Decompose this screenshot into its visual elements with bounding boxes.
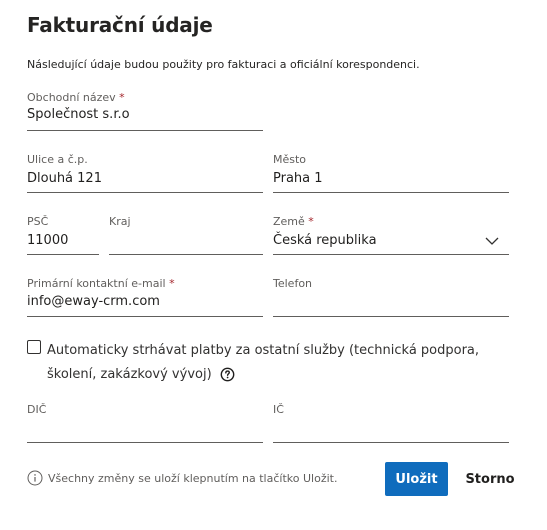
required-marker: * bbox=[169, 277, 175, 290]
ico-label: IČ bbox=[273, 403, 284, 416]
email-underline bbox=[27, 316, 263, 317]
required-marker: * bbox=[308, 215, 314, 228]
city-underline bbox=[273, 192, 509, 193]
vat-underline bbox=[27, 442, 263, 443]
city-label: Město bbox=[273, 153, 307, 166]
required-marker: * bbox=[119, 91, 125, 104]
page-description: Následující údaje budou použity pro fakt… bbox=[27, 58, 420, 71]
chevron-down-icon[interactable] bbox=[485, 234, 499, 248]
street-label: Ulice a č.p. bbox=[27, 153, 88, 166]
zip-underline bbox=[27, 254, 99, 255]
company-name-field[interactable]: Společnost s.r.o bbox=[27, 107, 130, 122]
autopay-checkbox[interactable] bbox=[27, 340, 41, 354]
ico-field[interactable] bbox=[273, 421, 509, 439]
company-name-label: Obchodní název * bbox=[27, 91, 125, 104]
save-button[interactable]: Uložit bbox=[385, 462, 448, 496]
phone-label: Telefon bbox=[273, 277, 313, 290]
country-underline bbox=[273, 254, 509, 255]
zip-field[interactable]: 11000 bbox=[27, 233, 68, 248]
save-hint: Všechny změny se uloží klepnutím na tlač… bbox=[48, 472, 338, 485]
country-label: Země * bbox=[273, 215, 314, 228]
ico-underline bbox=[273, 442, 509, 443]
phone-field[interactable] bbox=[273, 294, 509, 312]
zip-label: PSČ bbox=[27, 215, 49, 228]
cancel-button[interactable]: Storno bbox=[459, 462, 521, 496]
street-field[interactable]: Dlouhá 121 bbox=[27, 171, 102, 186]
region-underline bbox=[109, 254, 263, 255]
city-field[interactable]: Praha 1 bbox=[273, 171, 323, 186]
phone-underline bbox=[273, 316, 509, 317]
vat-field[interactable] bbox=[27, 421, 263, 439]
info-circle-icon bbox=[27, 470, 43, 486]
email-label: Primární kontaktní e-mail * bbox=[27, 277, 175, 290]
region-label: Kraj bbox=[109, 215, 131, 228]
question-circle-icon[interactable] bbox=[220, 367, 235, 382]
email-field[interactable]: info@eway-crm.com bbox=[27, 294, 160, 309]
page-title: Fakturační údaje bbox=[27, 13, 213, 37]
company-name-underline bbox=[27, 130, 263, 131]
autopay-label[interactable]: Automaticky strhávat platby za ostatní s… bbox=[47, 339, 527, 387]
country-select[interactable]: Česká republika bbox=[273, 233, 377, 248]
street-underline bbox=[27, 192, 263, 193]
region-field[interactable] bbox=[109, 233, 263, 251]
vat-label: DIČ bbox=[27, 403, 47, 416]
